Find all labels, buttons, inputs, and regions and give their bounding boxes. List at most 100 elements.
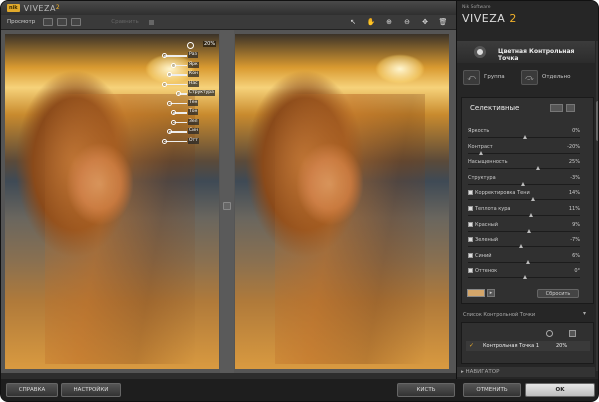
zoom-in-icon[interactable]: ⊕: [384, 18, 394, 27]
control-point-slider-bar: [164, 83, 187, 85]
cancel-button[interactable]: ОТМЕНИТЬ: [463, 383, 521, 397]
list-item[interactable]: ✓ Контрольная Точка 1 20%: [466, 341, 590, 351]
bottom-bar: СПРАВКА НАСТРОЙКИ КИСТЬ ОТМЕНИТЬ OK: [1, 379, 598, 401]
image-canvas[interactable]: 20% Раз Ярк Кон Нас Структура Тен Тон Зел Син Отт: [1, 30, 456, 373]
separate-label: Отдельно: [542, 74, 571, 80]
slider-thumb[interactable]: [518, 244, 523, 249]
side-by-side-button[interactable]: [71, 18, 82, 26]
control-point-slider-handle[interactable]: [171, 119, 177, 125]
zoom-out-icon[interactable]: ⊖: [402, 18, 412, 27]
slider-label: Корректировка Тени: [475, 190, 530, 197]
control-point[interactable]: 20% Раз Ярк Кон Нас Структура Тен Тон Зел Син Отт: [141, 41, 219, 149]
control-point-slider[interactable]: Кон: [141, 71, 219, 78]
control-point-slider[interactable]: Отт: [141, 137, 219, 145]
slider-thumb[interactable]: [527, 228, 532, 233]
group-toggle[interactable]: ⤺ Группа: [463, 67, 505, 87]
trash-icon[interactable]: 🗑: [438, 18, 448, 27]
sunset-glow: [375, 54, 425, 84]
control-point-slider-label: Структура: [188, 90, 215, 96]
control-point-slider-handle[interactable]: [166, 129, 172, 134]
slider-row: Насыщенность 25%: [468, 159, 580, 174]
control-point-slider[interactable]: Структура: [141, 90, 219, 97]
control-point-icon[interactable]: [474, 46, 486, 58]
slider-label: Зеленый: [475, 237, 499, 244]
control-point-list-title: Список Контрольной Точки: [463, 312, 536, 318]
slider-thumb[interactable]: [530, 197, 535, 202]
navigator-header[interactable]: ▸ НАВИГАТОР: [457, 367, 595, 377]
control-point-slider-handle[interactable]: [175, 91, 181, 96]
preview-after[interactable]: [235, 34, 449, 369]
slider-thumb[interactable]: [536, 166, 541, 171]
control-point-slider[interactable]: Раз: [141, 52, 219, 59]
help-button[interactable]: СПРАВКА: [6, 383, 58, 397]
settings-button[interactable]: НАСТРОЙКИ: [61, 383, 121, 397]
preview-label: Просмотр: [7, 19, 36, 25]
control-point-slider-handle[interactable]: [166, 72, 172, 77]
separate-icon[interactable]: ⤼: [521, 69, 538, 85]
slider-track[interactable]: [468, 261, 580, 263]
control-point-slider-handle[interactable]: [162, 138, 167, 144]
slider-thumb[interactable]: [526, 259, 531, 264]
delete-point-icon[interactable]: [569, 330, 576, 337]
ok-button[interactable]: OK: [525, 383, 595, 397]
slider-track[interactable]: [468, 168, 580, 170]
control-point-slider-handle[interactable]: [171, 110, 177, 115]
slider-track[interactable]: [468, 246, 580, 248]
single-view-button[interactable]: [43, 18, 54, 26]
control-point-slider-handle[interactable]: [166, 100, 172, 106]
eyedropper-button[interactable]: ▸: [487, 289, 495, 297]
split-view-button[interactable]: [57, 18, 68, 26]
control-point-slider-handle[interactable]: [162, 53, 167, 58]
slider-track[interactable]: [468, 215, 580, 216]
control-point-slider-label: Отт: [188, 137, 199, 144]
move-icon[interactable]: ✥: [420, 18, 430, 27]
slider-thumb[interactable]: [523, 135, 527, 139]
slider-thumb[interactable]: [523, 275, 527, 280]
color-swatch[interactable]: [467, 289, 485, 297]
slider-track[interactable]: [468, 152, 580, 154]
compare-icon[interactable]: [148, 19, 154, 25]
list-item-name: Контрольная Точка 1: [483, 343, 540, 349]
slider-checkbox[interactable]: [468, 221, 473, 227]
add-point-icon[interactable]: [546, 330, 553, 337]
slider-label: Структура: [468, 174, 496, 181]
panel-brand: VIVEZA 2: [462, 12, 517, 25]
compare-label[interactable]: Сравнить: [111, 19, 139, 25]
collapse-icon[interactable]: ▾: [583, 310, 586, 317]
view-splitter[interactable]: [220, 30, 234, 373]
preview-before[interactable]: 20% Раз Ярк Кон Нас Структура Тен Тон Зел Син Отт: [5, 34, 219, 369]
expand-button[interactable]: [566, 104, 575, 112]
slider-value: -20%: [567, 143, 580, 150]
control-point-slider-handle[interactable]: [171, 62, 177, 68]
slider-checkbox[interactable]: [468, 252, 473, 258]
control-point-slider[interactable]: Ярк: [141, 61, 219, 69]
hand-icon[interactable]: ✋: [366, 18, 376, 27]
slider-track[interactable]: [468, 199, 580, 201]
slider-checkbox[interactable]: [468, 237, 473, 243]
slider-checkbox[interactable]: [468, 268, 473, 274]
group-icon[interactable]: ⤺: [463, 69, 480, 85]
cursor-icon[interactable]: ↖: [348, 18, 358, 27]
check-icon[interactable]: ✓: [469, 342, 474, 349]
slider-checkbox[interactable]: [468, 190, 473, 196]
slider-thumb[interactable]: [520, 181, 525, 186]
brush-button[interactable]: КИСТЬ: [397, 383, 455, 397]
control-point-slider[interactable]: Тен: [141, 99, 219, 107]
mode-dropdown[interactable]: [550, 104, 563, 112]
control-point-slider[interactable]: Зел: [141, 118, 219, 126]
control-point-slider[interactable]: Тон: [141, 109, 219, 116]
separate-toggle[interactable]: ⤼ Отдельно: [521, 67, 570, 87]
slider-thumb[interactable]: [479, 150, 483, 155]
slider-thumb[interactable]: [528, 213, 533, 217]
control-point-slider[interactable]: Син: [141, 128, 219, 135]
slider-track[interactable]: [468, 230, 580, 232]
reset-button[interactable]: Сбросить: [537, 289, 579, 298]
slider-value: 0%: [572, 128, 580, 134]
slider-row: Теплота кура 11%: [468, 206, 580, 221]
splitter-handle[interactable]: [223, 202, 231, 210]
control-point-slider[interactable]: Нас: [141, 80, 219, 88]
control-point-slider-handle[interactable]: [162, 81, 167, 87]
control-point-slider-bar: [164, 140, 187, 142]
slider-checkbox[interactable]: [468, 206, 473, 211]
control-point-handle[interactable]: [187, 42, 194, 49]
